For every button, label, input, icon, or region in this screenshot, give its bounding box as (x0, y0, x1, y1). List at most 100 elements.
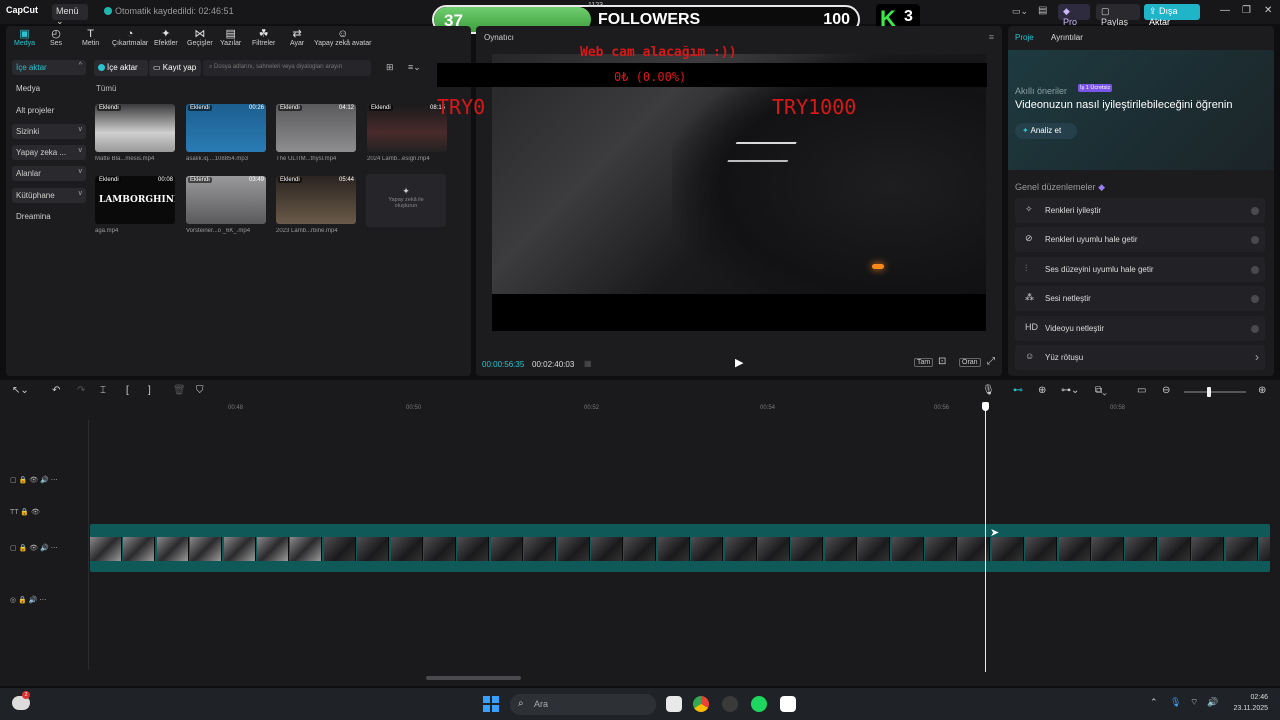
tab-project[interactable]: Proje (1015, 33, 1034, 42)
record-button[interactable]: ▭ Kayıt yap (149, 60, 201, 76)
tray-mic-icon[interactable]: 🎙 (1170, 697, 1181, 708)
media-item[interactable]: Eklendi 00:08 LAMBORGHINI aga.mp4 (95, 176, 175, 234)
snap-icon[interactable]: ⧉⌄ (1095, 385, 1107, 396)
zoom-slider[interactable] (1184, 391, 1246, 393)
volume-icon[interactable]: 🔊 (1207, 697, 1218, 708)
toggle-dot[interactable] (1251, 295, 1259, 304)
caption-icon[interactable]: ▭ (1137, 385, 1146, 396)
edit-hd[interactable]: HD Videoyu netleştir (1015, 315, 1265, 341)
tool-transitions[interactable]: ⋈ Geçişler (187, 28, 213, 47)
zoom-slider-handle[interactable] (1207, 387, 1211, 397)
media-item[interactable]: Eklendi 04:12 The ULTIM...thysl.mp4 (276, 104, 356, 162)
tab-details[interactable]: Ayrıntılar (1051, 33, 1083, 42)
sort-icon[interactable]: ≡⌄ (408, 62, 421, 73)
sidebar-item-2[interactable]: Alt projeler (12, 103, 86, 118)
edit-audio-level[interactable]: ⫶ Ses düzeyini uyumlu hale getir (1015, 256, 1265, 282)
text-track-icon[interactable]: TT 🔒 👁 (10, 509, 40, 516)
zoom-out-icon[interactable]: ⊖ (1162, 385, 1170, 396)
expand-icon[interactable]: ⤢ (987, 356, 995, 367)
redo-icon[interactable]: ↷ (77, 385, 85, 396)
video-preview[interactable] (492, 54, 986, 331)
tool-filters[interactable]: ☘ Filtreler (252, 28, 275, 47)
restore-icon[interactable]: ❐ (1242, 5, 1251, 16)
media-item[interactable]: Eklendi 00:26 asalık.iq....108854.mp3 (186, 104, 266, 162)
magnet-icon[interactable]: ⊷ (1013, 385, 1023, 396)
timecode-icon[interactable]: ▦ (584, 359, 592, 368)
sidebar-item-3[interactable]: Sizinki v (12, 123, 86, 139)
file-explorer-icon[interactable] (666, 696, 682, 712)
media-item[interactable]: Eklendi Matte Bla...mesis.mp4 (95, 104, 175, 162)
media-search-input[interactable]: ⌕ Dosya adlarını, sahneleri veya diyalog… (203, 60, 371, 76)
lock-icon[interactable]: ▢ 🔒 👁 🔊 ⋯ (10, 477, 58, 484)
trim-right-icon[interactable]: ] (148, 385, 151, 396)
media-item[interactable]: Eklendi 05:44 2023 Lamb...rbine.mp4 (276, 176, 356, 234)
analyze-button[interactable]: ✦ Analiz et (1015, 123, 1077, 139)
edit-audio-clean[interactable]: ⁂ Sesi netleştir (1015, 286, 1265, 312)
sidebar-item-5[interactable]: Alanlar v (12, 166, 86, 182)
tool-audio[interactable]: ◴ Ses (50, 28, 62, 47)
tool-captions[interactable]: ▤ Yazılar (220, 28, 241, 47)
sidebar-item-0[interactable]: İçe aktar ^ (12, 60, 86, 75)
grid-view-icon[interactable]: ⊞ (386, 62, 394, 73)
edit-face-retouch[interactable]: ☺ Yüz rötuşu › (1015, 345, 1265, 370)
tool-media[interactable]: ▣ Medya (14, 28, 35, 47)
taskbar-search[interactable]: ⌕ Ara (510, 694, 656, 715)
edit-color-match[interactable]: ⊘ Renkleri uyumlu hale getir (1015, 227, 1265, 253)
obs-icon[interactable] (722, 696, 738, 712)
share-button[interactable]: ▢ Paylaş (1096, 4, 1140, 27)
tray-chevron-icon[interactable]: ⌃ (1150, 697, 1158, 708)
sidebar-item-7[interactable]: Dreamina (12, 209, 86, 224)
chrome-icon[interactable] (693, 696, 709, 712)
shield-icon[interactable]: ⛉ (196, 385, 204, 396)
video-clip[interactable] (90, 524, 1270, 572)
toggle-dot[interactable] (1251, 324, 1259, 333)
microphone-icon[interactable]: 🎙 (982, 385, 995, 396)
play-button[interactable]: ▶ (735, 356, 743, 369)
audio-track-icon[interactable]: ◎ 🔒 🔊 ⋯ (10, 597, 46, 604)
select-tool-icon[interactable]: ↖⌄ (12, 385, 29, 396)
sidebar-item-4[interactable]: Yapay zeka ... v (12, 145, 86, 161)
playhead-handle[interactable] (982, 402, 989, 411)
capcut-icon[interactable] (780, 696, 796, 712)
minimize-icon[interactable]: — (1220, 5, 1230, 16)
undo-icon[interactable]: ↶ (52, 385, 60, 396)
preview-axis-icon[interactable]: ⊶⌄ (1061, 385, 1079, 396)
split-icon[interactable]: ⌶ (100, 385, 106, 396)
zoom-in-icon[interactable]: ⊕ (1258, 385, 1266, 396)
time-ruler[interactable]: 00:48 00:50 00:52 00:54 00:56 00:58 (88, 402, 1280, 416)
tool-adjust[interactable]: ⇄ Ayar (290, 28, 304, 47)
spotify-icon[interactable] (751, 696, 767, 712)
link-icon[interactable]: ⊕ (1038, 385, 1046, 396)
close-icon[interactable]: ✕ (1264, 5, 1272, 16)
fullscreen-mode-button[interactable]: Tam (914, 358, 934, 367)
windows-start-icon[interactable] (483, 696, 499, 712)
edit-color-wand[interactable]: ✧ Renkleri iyileştir (1015, 198, 1265, 223)
media-item[interactable]: Eklendi 03:49 Vorsteiner...o _6K_.mp4 (186, 176, 266, 234)
tool-text[interactable]: T Metin (82, 28, 99, 47)
media-item[interactable]: Eklendi 08:15 2024 Lamb...esign.mp4 (367, 104, 447, 162)
import-button[interactable]: İçe aktar (94, 60, 148, 76)
tool-sticker[interactable]: ◔ Çıkartmalar (112, 28, 148, 47)
video-track-icon[interactable]: ▢ 🔒 👁 🔊 ⋯ (10, 545, 58, 552)
sidebar-item-1[interactable]: Medya (12, 81, 86, 96)
timeline-scrollbar[interactable] (426, 676, 521, 680)
layout-icon[interactable]: ▭⌄ (1012, 6, 1028, 17)
toggle-dot[interactable] (1251, 265, 1259, 274)
pro-button[interactable]: ◆ Pro (1058, 4, 1090, 27)
menu-button[interactable]: Menü ⌄ (52, 4, 88, 26)
delete-icon[interactable]: 🗑 (173, 385, 186, 396)
network-icon[interactable]: ⌔ (1190, 697, 1198, 708)
export-button[interactable]: ⇪ Dışa Aktar (1144, 4, 1200, 27)
shortcut-icon[interactable]: ▤ (1038, 5, 1047, 16)
trim-left-icon[interactable]: [ (126, 385, 129, 396)
ai-create-card[interactable]: ✦ Yapay zekâ ile oluşturun (366, 174, 446, 227)
toggle-dot[interactable] (1251, 236, 1259, 245)
screenshot-icon[interactable]: ⊡ (938, 356, 946, 367)
player-menu-icon[interactable]: ≡ (989, 32, 994, 42)
ratio-button[interactable]: Oran (959, 358, 981, 367)
tool-effects[interactable]: ✦ Efektler (154, 28, 178, 47)
toggle-dot[interactable] (1251, 207, 1259, 215)
playhead[interactable] (985, 402, 986, 672)
taskbar-clock[interactable]: 02:46 23.11.2025 (1233, 692, 1268, 714)
tool-ai-avatar[interactable]: ☺ Yapay zekâ avatar (314, 28, 371, 47)
